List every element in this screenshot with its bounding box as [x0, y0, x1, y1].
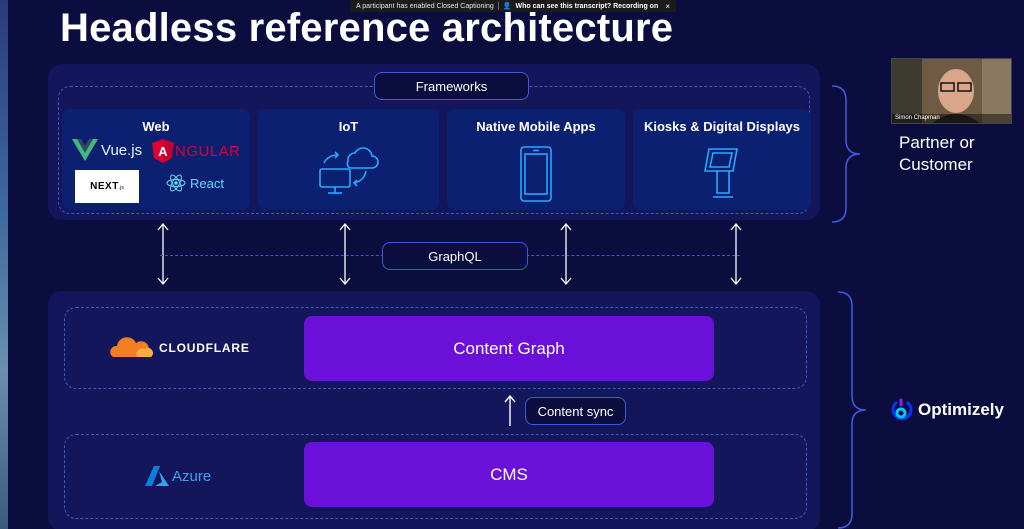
- vue-icon: [72, 139, 98, 161]
- vuejs-logo: Vue.js: [72, 139, 142, 161]
- angular-logo: A NGULAR: [152, 139, 241, 163]
- frameworks-pill: Frameworks: [374, 72, 529, 100]
- speaker-video-tile[interactable]: Simon Chapman: [891, 58, 1012, 124]
- arrow-iot-graphql: [339, 222, 351, 286]
- azure-icon: [145, 466, 169, 486]
- optimizely-brace: [837, 291, 867, 529]
- graphql-pill: GraphQL: [382, 242, 528, 270]
- arrow-mobile-graphql: [560, 222, 572, 286]
- optimizely-logo: Optimizely: [888, 397, 1004, 423]
- kiosks-card: Kiosks & Digital Displays: [633, 109, 811, 210]
- mobile-phone-icon: [520, 146, 552, 202]
- web-card-title: Web: [142, 119, 170, 134]
- cloudflare-cloud-icon: [110, 337, 153, 357]
- react-icon: [166, 174, 186, 192]
- angular-icon: A: [152, 139, 174, 163]
- cms-box: CMS: [304, 442, 714, 507]
- iot-icon: [319, 147, 379, 194]
- nextjs-logo: NEXT .js: [75, 170, 139, 203]
- cloudflare-logo: CLOUDFLARE: [107, 337, 250, 359]
- desktop-edge-strip: [0, 0, 8, 529]
- arrow-kiosks-graphql: [730, 222, 742, 286]
- partner-customer-label: Partner or Customer: [899, 133, 975, 174]
- azure-logo: Azure: [145, 466, 211, 486]
- mobile-card-title: Native Mobile Apps: [476, 119, 596, 134]
- iot-card: IoT: [258, 109, 439, 210]
- content-sync-arrow: [504, 394, 516, 426]
- optimizely-icon: [891, 398, 913, 421]
- angular-letter: A: [158, 144, 168, 159]
- slide-title: Headless reference architecture: [60, 6, 674, 50]
- react-logo: React: [166, 173, 224, 193]
- content-graph-box: Content Graph: [304, 316, 714, 381]
- web-card: Web Vue.js A NGULAR NEXT .js React: [62, 109, 250, 210]
- kiosk-icon: [704, 148, 738, 198]
- mobile-card: Native Mobile Apps: [447, 109, 625, 210]
- iot-card-title: IoT: [338, 119, 359, 134]
- content-sync-pill: Content sync: [525, 397, 626, 425]
- partner-brace: [831, 85, 861, 223]
- arrow-web-graphql: [157, 222, 169, 286]
- kiosks-card-title: Kiosks & Digital Displays: [643, 119, 801, 134]
- speaker-name: Simon Chapman: [892, 114, 1011, 123]
